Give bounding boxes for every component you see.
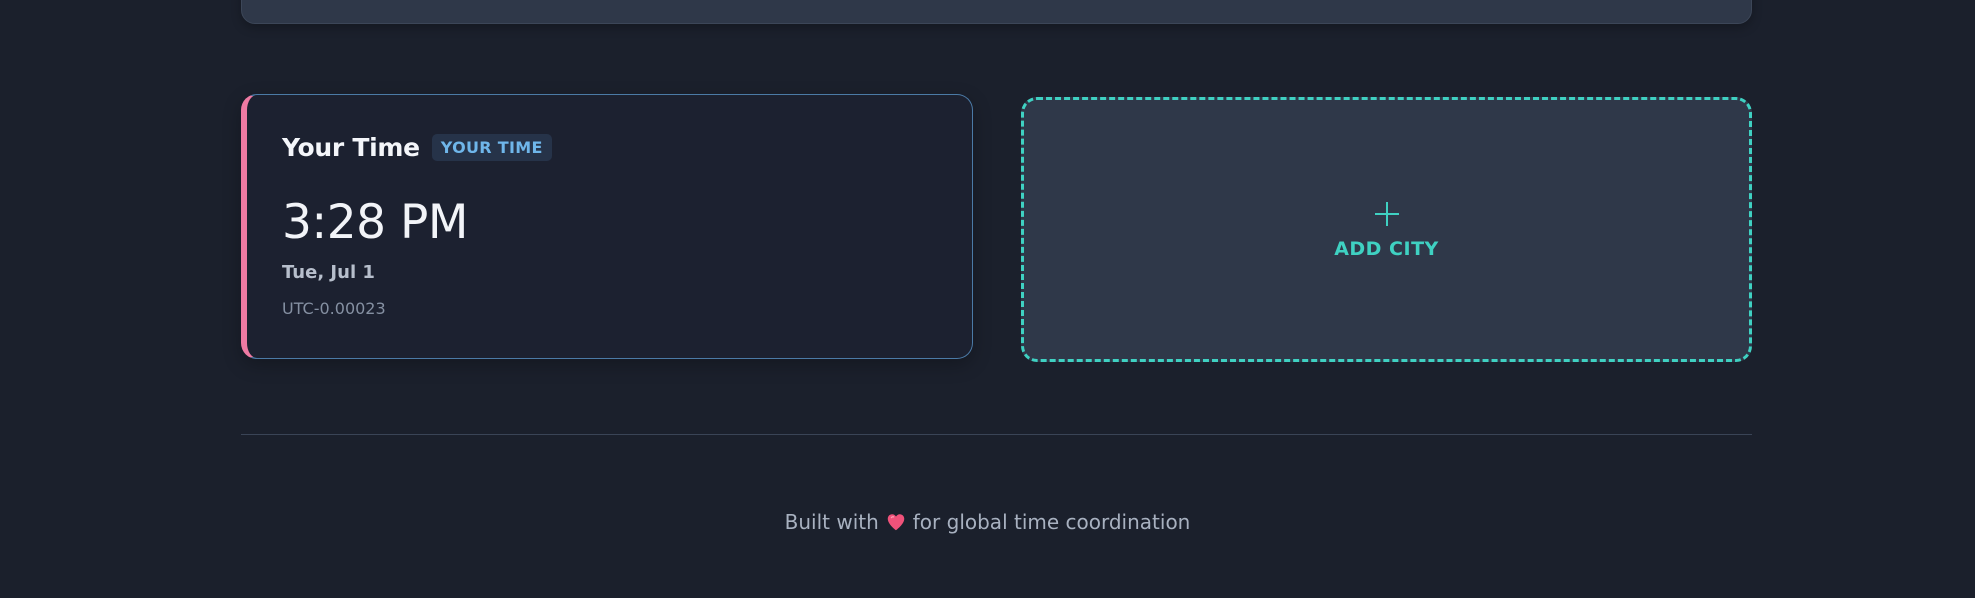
footer-divider [241,434,1752,435]
your-time-badge: YOUR TIME [431,134,552,161]
add-city-button[interactable]: ADD CITY [1021,97,1752,362]
footer-suffix: for global time coordination [912,510,1191,534]
heart-icon [887,514,905,531]
clock-date: Tue, Jul 1 [282,262,375,283]
page: Your Time YOUR TIME 3:28 PM Tue, Jul 1 U… [0,0,1975,598]
card-title: Your Time [282,133,420,162]
utc-offset: UTC-0.00023 [282,299,386,318]
plus-icon [1374,201,1399,226]
your-time-card: Your Time YOUR TIME 3:28 PM Tue, Jul 1 U… [241,94,973,359]
card-header: Your Time YOUR TIME [282,133,552,162]
footer: Built with for global time coordination [0,510,1975,534]
add-city-label: ADD CITY [1334,237,1439,260]
footer-prefix: Built with [784,510,879,534]
top-panel [241,0,1752,24]
clock-time: 3:28 PM [282,195,468,250]
